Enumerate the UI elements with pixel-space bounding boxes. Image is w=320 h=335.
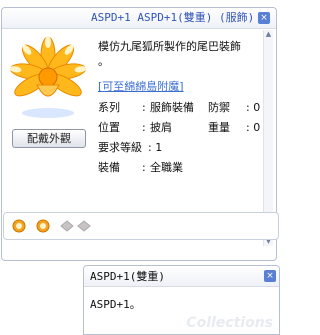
item-info-window: ASPD+1 ASPD+1(雙重) (服飾) × 配戴外觀 模仿九尾狐所製作的尾… <box>1 7 279 261</box>
nine-tail-fox-tail-image <box>9 36 87 118</box>
item-title: ASPD+1 ASPD+1(雙重) (服飾) <box>91 11 255 24</box>
close-button[interactable]: × <box>258 12 270 24</box>
collections-watermark: Collections <box>186 315 273 331</box>
empty-slot-icon[interactable] <box>77 219 91 233</box>
tooltip-title: ASPD+1(雙重) <box>90 270 165 283</box>
prop-value: 全職業 <box>150 161 183 174</box>
description-text: 模仿九尾狐所製作的尾巴裝飾 <box>98 40 241 53</box>
prop-row: 要求等級: 1 <box>98 139 162 155</box>
option-tooltip-window: ASPD+1(雙重) × ASPD+1。 Collections <box>83 265 280 335</box>
title-bar[interactable]: ASPD+1 ASPD+1(雙重) (服飾) × <box>2 8 276 29</box>
tooltip-body: ASPD+1。 <box>90 298 141 311</box>
prop-colon: : <box>246 121 250 134</box>
prop-value: 披肩 <box>150 121 172 134</box>
prop-row: 系列: 服飾裝備 防禦: 0 <box>98 99 260 115</box>
prop-label: 要求等級 <box>98 141 142 154</box>
description-text-end: 。 <box>98 55 109 68</box>
orb-slot-icon[interactable] <box>12 219 26 233</box>
prop-colon: : <box>246 101 250 114</box>
prop-colon: : <box>142 161 146 174</box>
orb-slot-icon[interactable] <box>36 219 50 233</box>
item-description: 模仿九尾狐所製作的尾巴裝飾 。 [可至綿綿島附魔] 系列: 服飾裝備 防禦: 0 位… <box>98 33 268 238</box>
prop-label: 位置 <box>98 121 120 134</box>
empty-slot-icon[interactable] <box>60 219 74 233</box>
prop-value: 1 <box>155 141 163 154</box>
prop-colon: : <box>148 141 152 154</box>
prop-label: 系列 <box>98 101 120 114</box>
prop-value: 0 <box>253 101 261 114</box>
prop-row: 裝備: 全職業 <box>98 159 183 175</box>
scroll-up-icon[interactable]: ▲ <box>264 30 273 39</box>
prop-row: 位置: 披肩 重量: 0 <box>98 119 260 135</box>
close-button[interactable]: × <box>264 270 276 282</box>
prop-value: 0 <box>253 121 261 134</box>
prop-colon: : <box>142 101 146 114</box>
prop-colon: : <box>142 121 146 134</box>
card-slot-bar <box>3 212 279 240</box>
tooltip-title-bar[interactable]: ASPD+1(雙重) × <box>84 266 279 287</box>
prop-label: 防禦 <box>208 101 230 114</box>
prop-label: 裝備 <box>98 161 120 174</box>
enchant-link[interactable]: [可至綿綿島附魔] <box>98 78 184 94</box>
prop-value: 服飾裝備 <box>150 101 194 114</box>
view-appearance-button[interactable]: 配戴外觀 <box>12 129 86 148</box>
prop-label: 重量 <box>208 121 230 134</box>
